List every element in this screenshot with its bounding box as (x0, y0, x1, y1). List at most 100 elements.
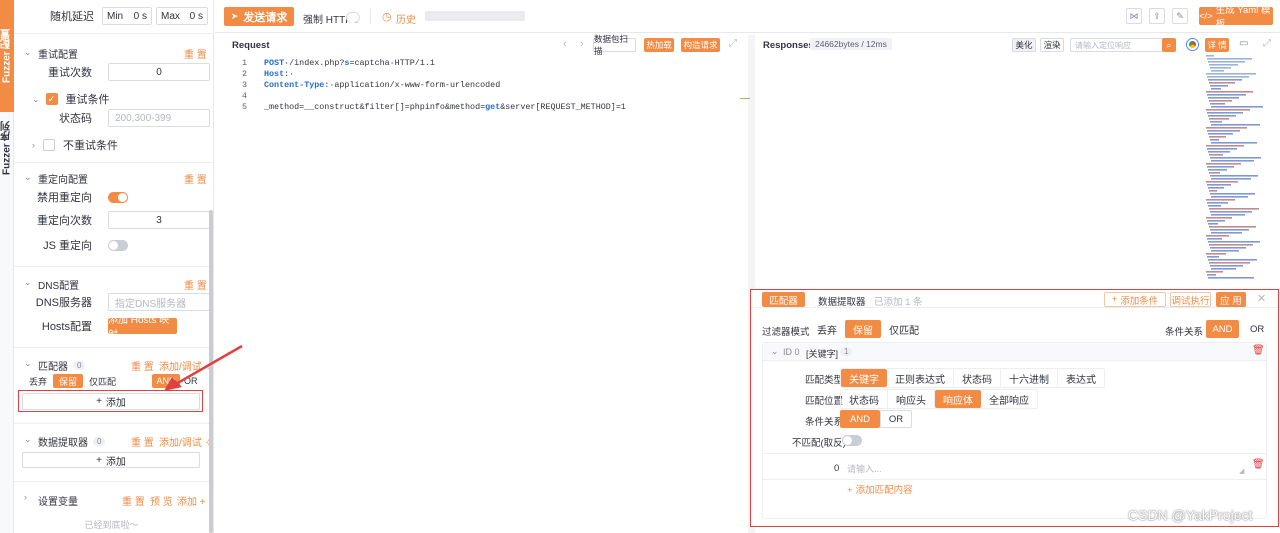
retry-condition-checkbox[interactable]: ✓ (45, 93, 58, 105)
redirect-reset-button[interactable]: 重 置 (184, 171, 207, 186)
edit-icon[interactable]: ✎ (1172, 8, 1188, 24)
render-button[interactable]: 渲染 (1040, 38, 1064, 52)
vars-reset-button[interactable]: 重 置 (122, 493, 145, 508)
delay-min-field[interactable]: Min 0 s (102, 7, 152, 25)
request-title: Request (232, 40, 270, 51)
matcher-mode-group: 丢弃 保留 仅匹配 (23, 374, 122, 388)
minimap-line (1211, 124, 1260, 126)
minimap-line (1211, 88, 1221, 90)
collapse-icon[interactable]: ⌄ (24, 434, 32, 445)
dns-reset-button[interactable]: 重 置 (184, 277, 207, 292)
vars-title: 设置变量 (38, 497, 78, 508)
js-redirect-toggle[interactable] (108, 239, 128, 251)
minimap-line (1208, 115, 1236, 117)
search-icon[interactable]: ⌕ (1162, 38, 1176, 52)
minimap-line (1206, 199, 1235, 201)
send-request-button[interactable]: ➤ 发送请求 (224, 7, 294, 26)
dns-server-label: DNS服务器 (35, 297, 92, 309)
minimap-line (1207, 130, 1240, 132)
fullscreen-icon[interactable]: ⤢ (729, 38, 737, 49)
force-https-toggle[interactable] (346, 12, 360, 23)
fullscreen-icon[interactable]: ⤢ (1263, 38, 1271, 49)
editor-marker (740, 98, 750, 99)
minimap-line (1210, 103, 1225, 105)
redirect-count-input[interactable]: 3 (108, 211, 210, 229)
matcher-mode-keep[interactable]: 保留 (53, 374, 84, 388)
next-arrow-icon[interactable]: › (580, 38, 584, 50)
retry-status-input[interactable]: 200,300-399 (108, 109, 210, 127)
expand-icon[interactable]: › (24, 492, 27, 502)
history-clock-icon[interactable]: ◷ (382, 10, 392, 23)
minimap-line (1207, 220, 1225, 222)
extractor-add-debug-label: 添加/调试 (159, 438, 202, 449)
prev-arrow-icon[interactable]: ‹ (563, 38, 567, 50)
matcher-mode-discard[interactable]: 丢弃 (23, 374, 53, 388)
vars-add-label: 添加 (177, 497, 197, 508)
collapse-icon[interactable]: ⌄ (24, 47, 32, 58)
response-title: Responses (763, 40, 814, 51)
retry-status-label: 状态码 (59, 113, 92, 125)
minimap-line (1209, 82, 1235, 84)
collapse-icon[interactable]: ⌄ (24, 358, 32, 369)
beautify-button[interactable]: 美化 (1012, 38, 1036, 52)
minimap-line (1206, 145, 1244, 147)
dns-server-input[interactable]: 指定DNS服务器 (108, 293, 210, 311)
minimap-line (1207, 58, 1252, 60)
tab-fuzzer-config[interactable]: Fuzzer 配置 (0, 0, 14, 112)
collapse-icon[interactable]: ⌄ (24, 172, 32, 183)
extractor-title-text: 数据提取器 (38, 438, 88, 449)
detail-button[interactable]: 详 情 (1205, 38, 1229, 52)
top-toolbar: ➤ 发送请求 强制 HTTPS ◷ 历史 ⋈ ⇪ ✎ </> 生成 Yaml 模板 (215, 0, 1280, 33)
retry-count-input[interactable]: 0 (108, 63, 210, 81)
generate-yaml-button[interactable]: </> 生成 Yaml 模板 (1199, 5, 1273, 30)
disable-redirect-toggle[interactable] (108, 191, 128, 203)
minimap-line (1210, 67, 1231, 69)
code-minimap[interactable] (1205, 55, 1265, 280)
browser-icon[interactable] (1187, 39, 1198, 50)
minimap-line (1209, 172, 1220, 174)
retry-reset-button[interactable]: 重 置 (184, 46, 207, 61)
minimap-line (1211, 160, 1254, 162)
share-icon[interactable]: ⋈ (1126, 8, 1142, 24)
packet-scan-button[interactable]: 数据包扫描 (593, 34, 636, 56)
expand-icon[interactable]: › (32, 140, 35, 150)
end-of-list-text: 已经到底啦～ (84, 520, 139, 530)
tab-fuzzer-sequence[interactable]: Fuzzer 序列 (0, 118, 14, 178)
minimap-line (1209, 190, 1217, 192)
vars-add-button[interactable]: 添加 + (177, 493, 206, 508)
collapse-icon[interactable]: ⌄ (24, 277, 32, 288)
extractor-add-debug-button[interactable]: 添加/调试 ✧ (159, 434, 213, 449)
minimap-line (1211, 214, 1245, 216)
response-search-input[interactable]: 请输入定位响应 (1070, 38, 1163, 52)
vars-preview-button[interactable]: 预 览 (150, 493, 173, 508)
delay-max-field[interactable]: Max 0 s (156, 7, 208, 25)
extractor-add-button[interactable]: + 添加 (22, 452, 200, 468)
collapse-icon[interactable]: ⌄ (32, 94, 40, 105)
export-icon[interactable]: ⇪ (1149, 8, 1165, 24)
build-request-button[interactable]: 构造请求 (681, 38, 720, 52)
minimap-line (1207, 274, 1216, 276)
request-pane: Request ‹ › 数据包扫描 热加载 构造请求 ⤢ 1 POST·/inde… (225, 34, 748, 533)
no-retry-checkbox[interactable] (43, 139, 55, 151)
minimap-line (1208, 79, 1242, 81)
divider (370, 8, 371, 24)
matcher-mode-only[interactable]: 仅匹配 (83, 374, 122, 388)
minimap-line (1210, 121, 1222, 123)
divider (14, 481, 213, 482)
divider (14, 33, 213, 34)
minimap-line (1208, 277, 1254, 279)
side-tab-bar: Fuzzer 配置 Fuzzer 序列 (0, 0, 14, 533)
add-hosts-button[interactable]: 添加 Hosts 映射 (108, 315, 177, 341)
history-button[interactable]: 历史 (396, 11, 416, 26)
minimap-line (1208, 223, 1218, 225)
minimap-line (1209, 100, 1232, 102)
js-redirect-label: JS 重定向 (43, 240, 92, 252)
comment-icon[interactable]: ▭ (1239, 38, 1248, 49)
hot-load-button[interactable]: 热加载 (644, 38, 674, 52)
minimap-line (1208, 97, 1239, 99)
minimap-line (1209, 226, 1256, 228)
minimap-line (1209, 208, 1259, 210)
extractor-reset-button[interactable]: 重 置 (131, 434, 154, 449)
minimap-line (1207, 166, 1234, 168)
minimap-line (1206, 253, 1226, 255)
